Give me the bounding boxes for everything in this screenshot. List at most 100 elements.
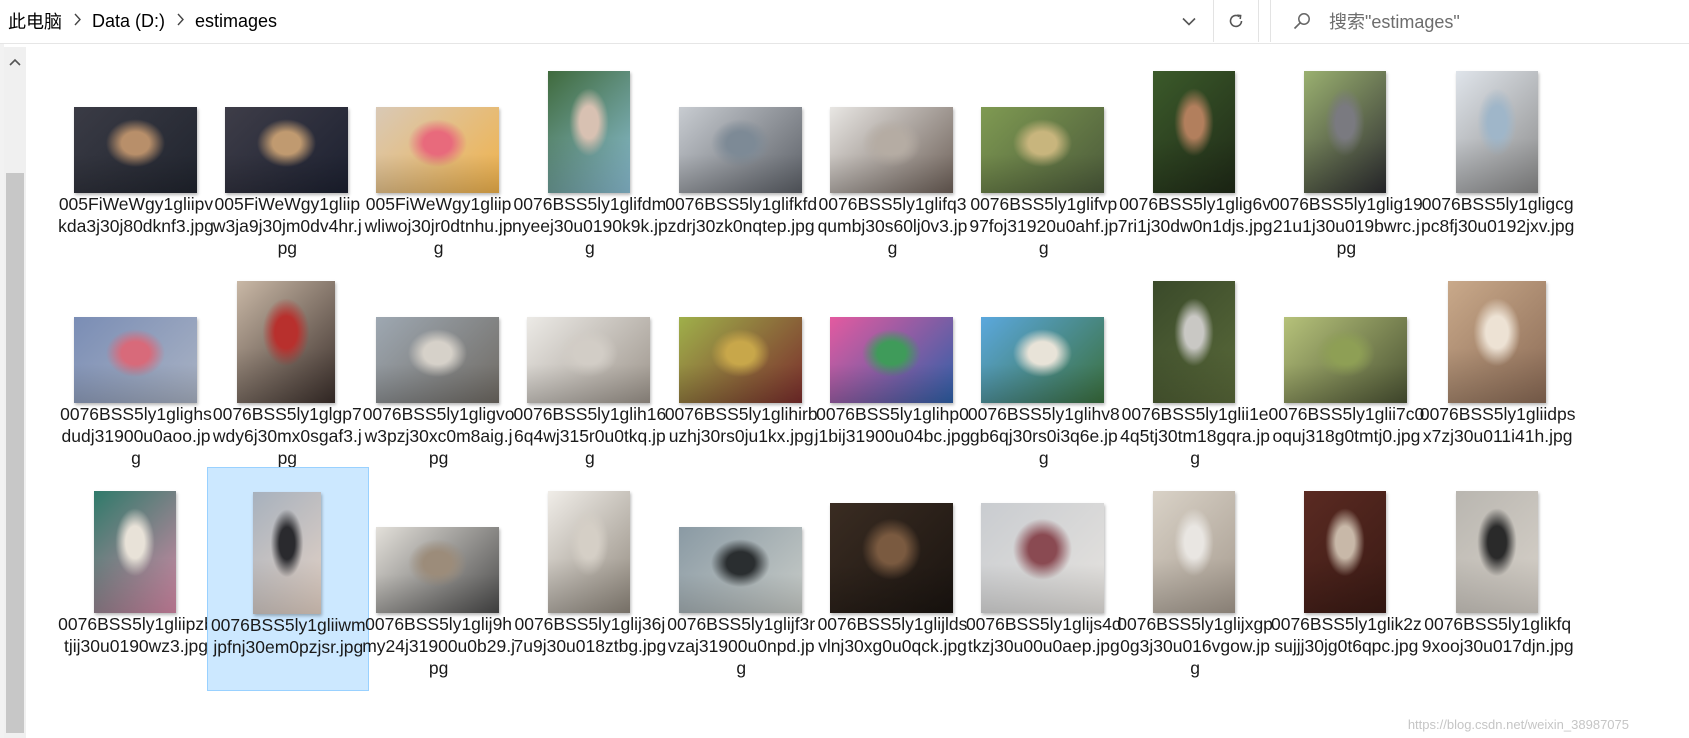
file-name-label[interactable]: 0076BSS5ly1glikfq9xooj30u017djn.jpg [1420,613,1576,657]
file-item[interactable]: 0076BSS5ly1glijs4dtkzj30u00u0aep.jpg [964,467,1126,691]
file-item[interactable]: 0076BSS5ly1glih166q4wj315r0u0tkq.jpg [510,257,672,481]
chevron-down-icon[interactable] [1170,0,1208,42]
file-name-label[interactable]: 0076BSS5ly1glih166q4wj315r0u0tkq.jpg [512,403,668,469]
file-item[interactable]: 0076BSS5ly1glii7c0oquj318g0tmtj0.jpg [1266,257,1428,481]
search-box[interactable]: 搜索"estimages" [1270,0,1689,42]
file-item[interactable]: 0076BSS5ly1gliipzbtjij30u0190wz3.jpg [56,467,218,691]
file-name-label[interactable]: 0076BSS5ly1gliiwmjpfnj30em0pzjsr.jpg [210,614,366,658]
image-thumbnail[interactable] [253,492,322,614]
image-thumbnail[interactable] [94,491,176,613]
file-item[interactable]: 0076BSS5ly1glig6v7ri1j30dw0n1djs.jpg [1115,47,1277,271]
image-thumbnail[interactable] [73,317,197,403]
file-item[interactable]: 0076BSS5ly1glgp7wdy6j30mx0sgaf3.jpg [207,257,369,481]
file-item[interactable]: 0076BSS5ly1gliiwmjpfnj30em0pzjsr.jpg [207,467,370,691]
file-item[interactable]: 0076BSS5ly1glihp0j1bij31900u04bc.jpg [813,257,975,481]
file-item[interactable]: 0076BSS5ly1glijf3rvzaj31900u0npd.jpg [661,467,823,691]
file-name-label[interactable]: 005FiWeWgy1gliipw3ja9j30jm0dv4hr.jpg [209,193,365,259]
file-item[interactable]: 0076BSS5ly1gligvow3pzj30xc0m8aig.jpg [359,257,521,481]
file-name-label[interactable]: 005FiWeWgy1gliipwliwoj30jr0dtnhu.jpg [361,193,517,259]
search-placeholder[interactable]: 搜索"estimages" [1329,8,1460,34]
file-item[interactable]: 0076BSS5ly1glij9hmy24j31900u0b29.jpg [359,467,521,691]
image-thumbnail[interactable] [830,503,953,613]
file-item[interactable]: 0076BSS5ly1glighsdudj31900u0aoo.jpg [56,257,218,481]
file-item[interactable]: 0076BSS5ly1gliidpsx7zj30u011i41h.jpg [1418,257,1580,481]
image-thumbnail[interactable] [678,107,802,193]
image-thumbnail[interactable] [1153,71,1236,193]
file-name-label[interactable]: 0076BSS5ly1gligcgpc8fj30u0192jxv.jpg [1420,193,1576,237]
image-thumbnail[interactable] [547,491,630,613]
scroll-up-arrow-icon[interactable] [4,47,26,77]
image-thumbnail[interactable] [678,317,802,403]
image-thumbnail[interactable] [830,107,953,193]
file-item[interactable]: 0076BSS5ly1glifvp97foj31920u0ahf.jpg [964,47,1126,271]
file-item[interactable]: 0076BSS5ly1glijxgp0g3j30u016vgow.jpg [1115,467,1277,691]
image-thumbnail[interactable] [1455,71,1538,193]
file-name-label[interactable]: 0076BSS5ly1glifq3qumbj30s60lj0v3.jpg [815,193,971,259]
image-thumbnail[interactable] [376,317,500,403]
file-item[interactable]: 0076BSS5ly1glifkfdzdrj30zk0nqtep.jpg [661,47,823,271]
file-name-label[interactable]: 0076BSS5ly1glifkfdzdrj30zk0nqtep.jpg [663,193,819,237]
image-thumbnail[interactable] [981,107,1105,193]
vertical-scrollbar[interactable] [4,47,26,738]
image-thumbnail[interactable] [1153,281,1236,403]
image-thumbnail[interactable] [1283,317,1407,403]
file-name-label[interactable]: 0076BSS5ly1glii7c0oquj318g0tmtj0.jpg [1268,403,1425,447]
file-name-label[interactable]: 0076BSS5ly1glii1e4q5tj30tm18gqra.jpg [1117,403,1273,469]
file-item[interactable]: 0076BSS5ly1glihv8gb6qj30rs0i3q6e.jpg [964,257,1126,481]
file-name-label[interactable]: 0076BSS5ly1glig6v7ri1j30dw0n1djs.jpg [1117,193,1273,237]
file-name-label[interactable]: 0076BSS5ly1glifdmnyeej30u0190k9k.jpg [512,193,668,259]
image-thumbnail[interactable] [981,503,1105,613]
file-item[interactable]: 0076BSS5ly1glikfq9xooj30u017djn.jpg [1418,467,1580,691]
file-name-label[interactable]: 0076BSS5ly1glijldsvlnj30xg0u0qck.jpg [815,613,971,657]
scrollbar-thumb[interactable] [6,173,24,733]
file-name-label[interactable]: 0076BSS5ly1glijs4dtkzj30u00u0aep.jpg [966,613,1122,657]
file-item[interactable]: 005FiWeWgy1gliipwliwoj30jr0dtnhu.jpg [359,47,521,271]
file-name-label[interactable]: 0076BSS5ly1glihirbuzhj30rs0ju1kx.jpg [663,403,819,447]
file-item[interactable]: 0076BSS5ly1glik2zsujjj30jg0t6qpc.jpg [1266,467,1428,691]
file-name-label[interactable]: 0076BSS5ly1glij9hmy24j31900u0b29.jpg [361,613,517,679]
file-name-label[interactable]: 005FiWeWgy1gliipvkda3j30j80dknf3.jpg [58,193,214,237]
file-name-label[interactable]: 0076BSS5ly1glifvp97foj31920u0ahf.jpg [966,193,1122,259]
image-thumbnail[interactable] [1455,491,1538,613]
address-bar[interactable]: 此电脑 Data (D:) estimages [0,0,1220,42]
image-thumbnail[interactable] [678,527,802,613]
file-item[interactable]: 0076BSS5ly1gligcgpc8fj30u0192jxv.jpg [1418,47,1580,271]
image-thumbnail[interactable] [547,71,630,193]
breadcrumb-this-pc[interactable]: 此电脑 [0,0,68,42]
file-name-label[interactable]: 0076BSS5ly1glijxgp0g3j30u016vgow.jpg [1117,613,1273,679]
chevron-right-icon[interactable] [68,13,86,30]
file-name-label[interactable]: 0076BSS5ly1glgp7wdy6j30mx0sgaf3.jpg [209,403,365,469]
image-thumbnail[interactable] [981,317,1105,403]
image-thumbnail[interactable] [376,527,500,613]
file-item[interactable]: 0076BSS5ly1glijldsvlnj30xg0u0qck.jpg [813,467,975,691]
file-name-label[interactable]: 0076BSS5ly1gliidpsx7zj30u011i41h.jpg [1420,403,1576,447]
file-name-label[interactable]: 0076BSS5ly1glig1921u1j30u019bwrc.jpg [1268,193,1424,259]
file-name-label[interactable]: 0076BSS5ly1glihp0j1bij31900u04bc.jpg [815,403,971,447]
file-item[interactable]: 005FiWeWgy1gliipw3ja9j30jm0dv4hr.jpg [207,47,369,271]
image-thumbnail[interactable] [1153,491,1236,613]
image-thumbnail[interactable] [830,317,953,403]
image-thumbnail[interactable] [1304,491,1387,613]
file-item[interactable]: 0076BSS5ly1glifdmnyeej30u0190k9k.jpg [510,47,672,271]
image-thumbnail[interactable] [237,281,336,403]
file-item[interactable]: 0076BSS5ly1glii1e4q5tj30tm18gqra.jpg [1115,257,1277,481]
image-thumbnail[interactable] [376,107,500,193]
file-name-label[interactable]: 0076BSS5ly1glijf3rvzaj31900u0npd.jpg [663,613,819,679]
file-name-label[interactable]: 0076BSS5ly1glighsdudj31900u0aoo.jpg [58,403,214,469]
image-thumbnail[interactable] [1304,71,1387,193]
file-item[interactable]: 0076BSS5ly1glifq3qumbj30s60lj0v3.jpg [813,47,975,271]
file-name-label[interactable]: 0076BSS5ly1glihv8gb6qj30rs0i3q6e.jpg [966,403,1122,469]
refresh-icon[interactable] [1213,0,1259,42]
file-name-label[interactable]: 0076BSS5ly1glij36j7u9j30u018ztbg.jpg [512,613,668,657]
file-item[interactable]: 005FiWeWgy1gliipvkda3j30j80dknf3.jpg [56,47,218,271]
file-item[interactable]: 0076BSS5ly1glig1921u1j30u019bwrc.jpg [1266,47,1428,271]
chevron-right-icon[interactable] [171,13,189,30]
image-thumbnail[interactable] [1447,281,1546,403]
image-thumbnail[interactable] [527,317,651,403]
file-name-label[interactable]: 0076BSS5ly1glik2zsujjj30jg0t6qpc.jpg [1268,613,1424,657]
file-name-label[interactable]: 0076BSS5ly1gligvow3pzj30xc0m8aig.jpg [361,403,517,469]
breadcrumb-estimages[interactable]: estimages [189,0,283,42]
image-thumbnail[interactable] [224,107,348,193]
file-item[interactable]: 0076BSS5ly1glij36j7u9j30u018ztbg.jpg [510,467,672,691]
file-item[interactable]: 0076BSS5ly1glihirbuzhj30rs0ju1kx.jpg [661,257,823,481]
